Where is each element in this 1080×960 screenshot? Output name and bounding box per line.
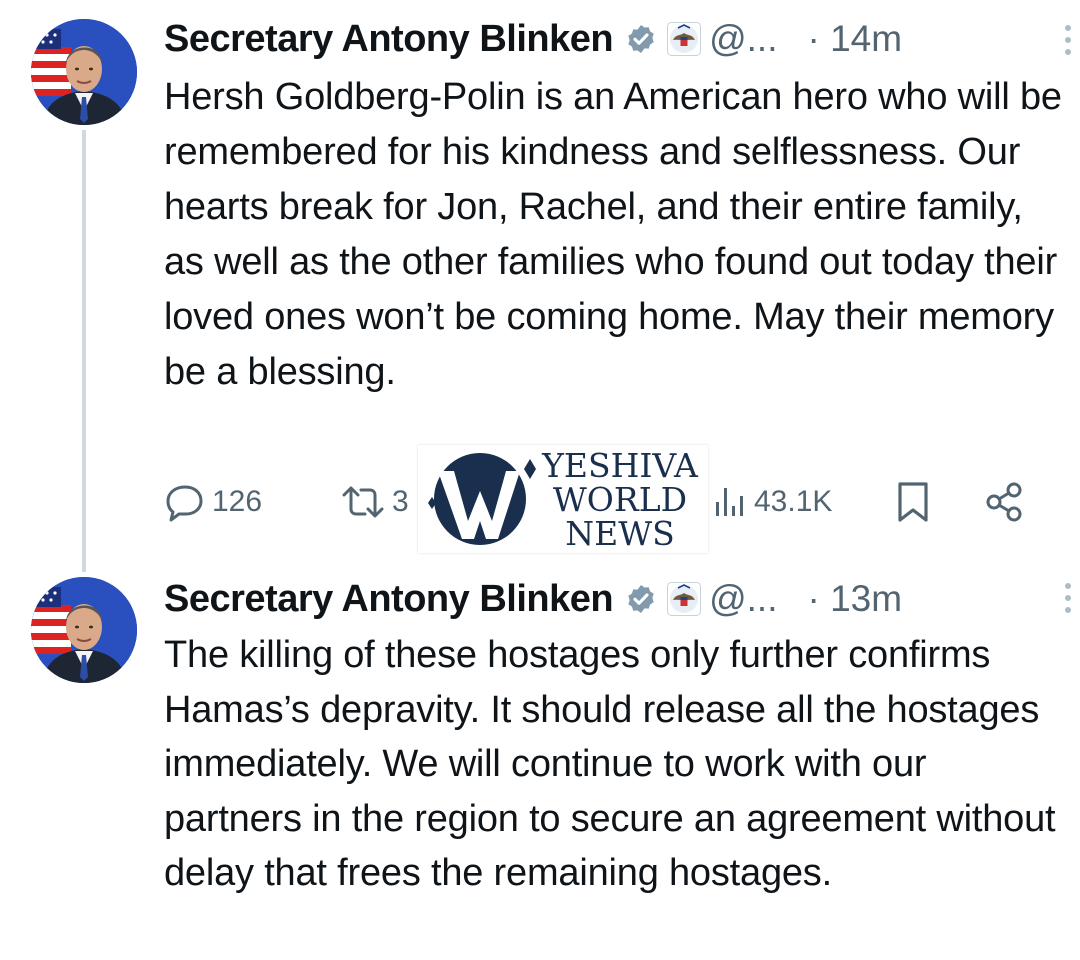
repost-button[interactable]: 3	[340, 474, 409, 530]
repost-count: 3	[392, 485, 409, 518]
us-department-seal-icon[interactable]	[667, 22, 702, 56]
us-department-seal-icon[interactable]	[667, 582, 702, 616]
tweet-header: Secretary Antony Blinken @... · 13m	[164, 574, 1040, 624]
watermark-line: WORLD	[552, 480, 688, 519]
share-button[interactable]	[984, 474, 1032, 530]
ywn-logo-icon	[428, 453, 536, 545]
author-name[interactable]: Secretary Antony Blinken	[164, 18, 614, 61]
thread-connector-line	[82, 130, 86, 572]
tweet-timestamp[interactable]: · 13m	[807, 578, 902, 620]
tweet-header: Secretary Antony Blinken @... · 14m	[164, 14, 1040, 64]
repost-icon	[342, 486, 384, 518]
watermark-line: YESHIVA	[542, 446, 698, 485]
author-name[interactable]: Secretary Antony Blinken	[164, 578, 614, 621]
reply-count: 126	[212, 485, 263, 518]
share-icon	[986, 482, 1022, 522]
verified-badge-icon[interactable]	[625, 23, 657, 55]
yeshiva-world-news-watermark: YESHIVA WORLD NEWS	[418, 445, 708, 553]
author-handle[interactable]: @...	[709, 18, 777, 60]
tweet-text: Hersh Goldberg-Polin is an American hero…	[164, 76, 1062, 393]
tweet-timestamp[interactable]: · 14m	[807, 18, 902, 60]
tweet-text: The killing of these hostages only furth…	[164, 634, 1056, 894]
bookmark-icon	[898, 482, 928, 522]
author-avatar[interactable]	[31, 19, 137, 125]
author-handle[interactable]: @...	[709, 578, 777, 620]
views-chart-icon	[716, 488, 743, 516]
tweet[interactable]: Secretary Antony Blinken @... · 13m The …	[0, 560, 1080, 960]
bookmark-button[interactable]	[895, 474, 937, 530]
reply-icon	[166, 485, 203, 522]
verified-badge-icon[interactable]	[625, 583, 657, 615]
more-options-icon[interactable]	[1061, 582, 1075, 614]
tweet[interactable]: Secretary Antony Blinken @... · 14m Hers…	[0, 0, 1080, 572]
watermark-line: NEWS	[565, 514, 675, 553]
views-button[interactable]: 43.1K	[712, 474, 832, 530]
reply-button[interactable]: 126	[164, 474, 262, 530]
more-options-icon[interactable]	[1061, 24, 1075, 56]
author-avatar[interactable]	[31, 577, 137, 683]
views-count: 43.1K	[754, 485, 833, 518]
